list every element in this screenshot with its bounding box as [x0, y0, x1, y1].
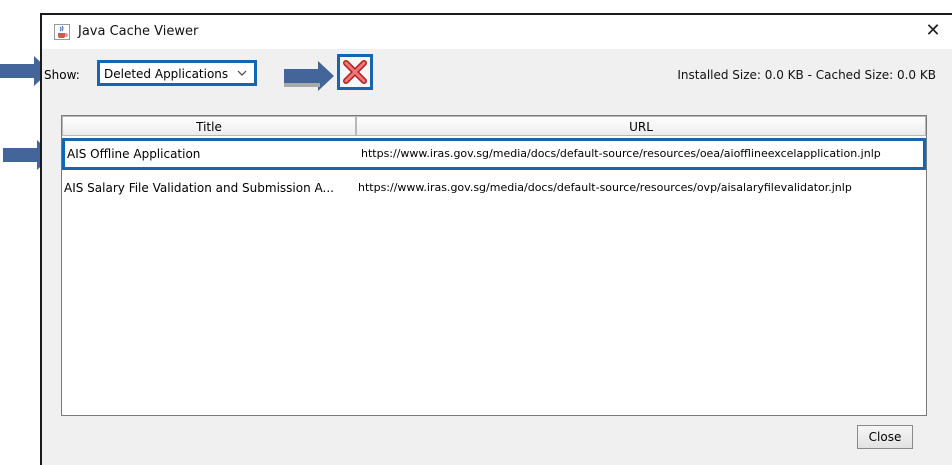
column-header-url[interactable]: URL	[356, 116, 926, 136]
row-url: https://www.iras.gov.sg/media/docs/defau…	[361, 147, 881, 160]
table-header: Title URL	[62, 116, 926, 136]
size-info: Installed Size: 0.0 KB - Cached Size: 0.…	[677, 68, 936, 82]
row-title: AIS Salary File Validation and Submissio…	[64, 181, 334, 195]
delete-button[interactable]	[337, 54, 373, 90]
title-bar: Java Cache Viewer ✕	[42, 15, 952, 49]
show-filter-value: Deleted Applications	[104, 67, 229, 81]
show-label: Show:	[44, 68, 80, 82]
cache-table: Title URL AIS Offline Application https:…	[61, 115, 927, 416]
java-cache-viewer-window: Java Cache Viewer ✕ Show: Deleted Applic…	[40, 13, 952, 465]
red-x-icon	[343, 60, 367, 84]
window-title: Java Cache Viewer	[78, 24, 199, 39]
chevron-down-icon	[237, 70, 247, 76]
table-row[interactable]: AIS Salary File Validation and Submissio…	[62, 172, 926, 204]
row-title: AIS Offline Application	[67, 147, 201, 161]
window-close-icon[interactable]: ✕	[922, 20, 944, 42]
show-filter-dropdown[interactable]: Deleted Applications	[97, 60, 257, 86]
toolbar: Show: Deleted Applications Installed Siz…	[42, 49, 952, 91]
table-row-selected[interactable]: AIS Offline Application https://www.iras…	[62, 138, 926, 170]
annotation-arrow-delete	[284, 61, 334, 91]
row-url: https://www.iras.gov.sg/media/docs/defau…	[358, 181, 852, 194]
installed-size-text: Installed Size: 0.0 KB - Cached Size: 0.…	[677, 68, 936, 82]
java-cup-icon	[54, 24, 70, 40]
close-button[interactable]: Close	[857, 425, 913, 449]
column-header-title[interactable]: Title	[62, 116, 356, 136]
